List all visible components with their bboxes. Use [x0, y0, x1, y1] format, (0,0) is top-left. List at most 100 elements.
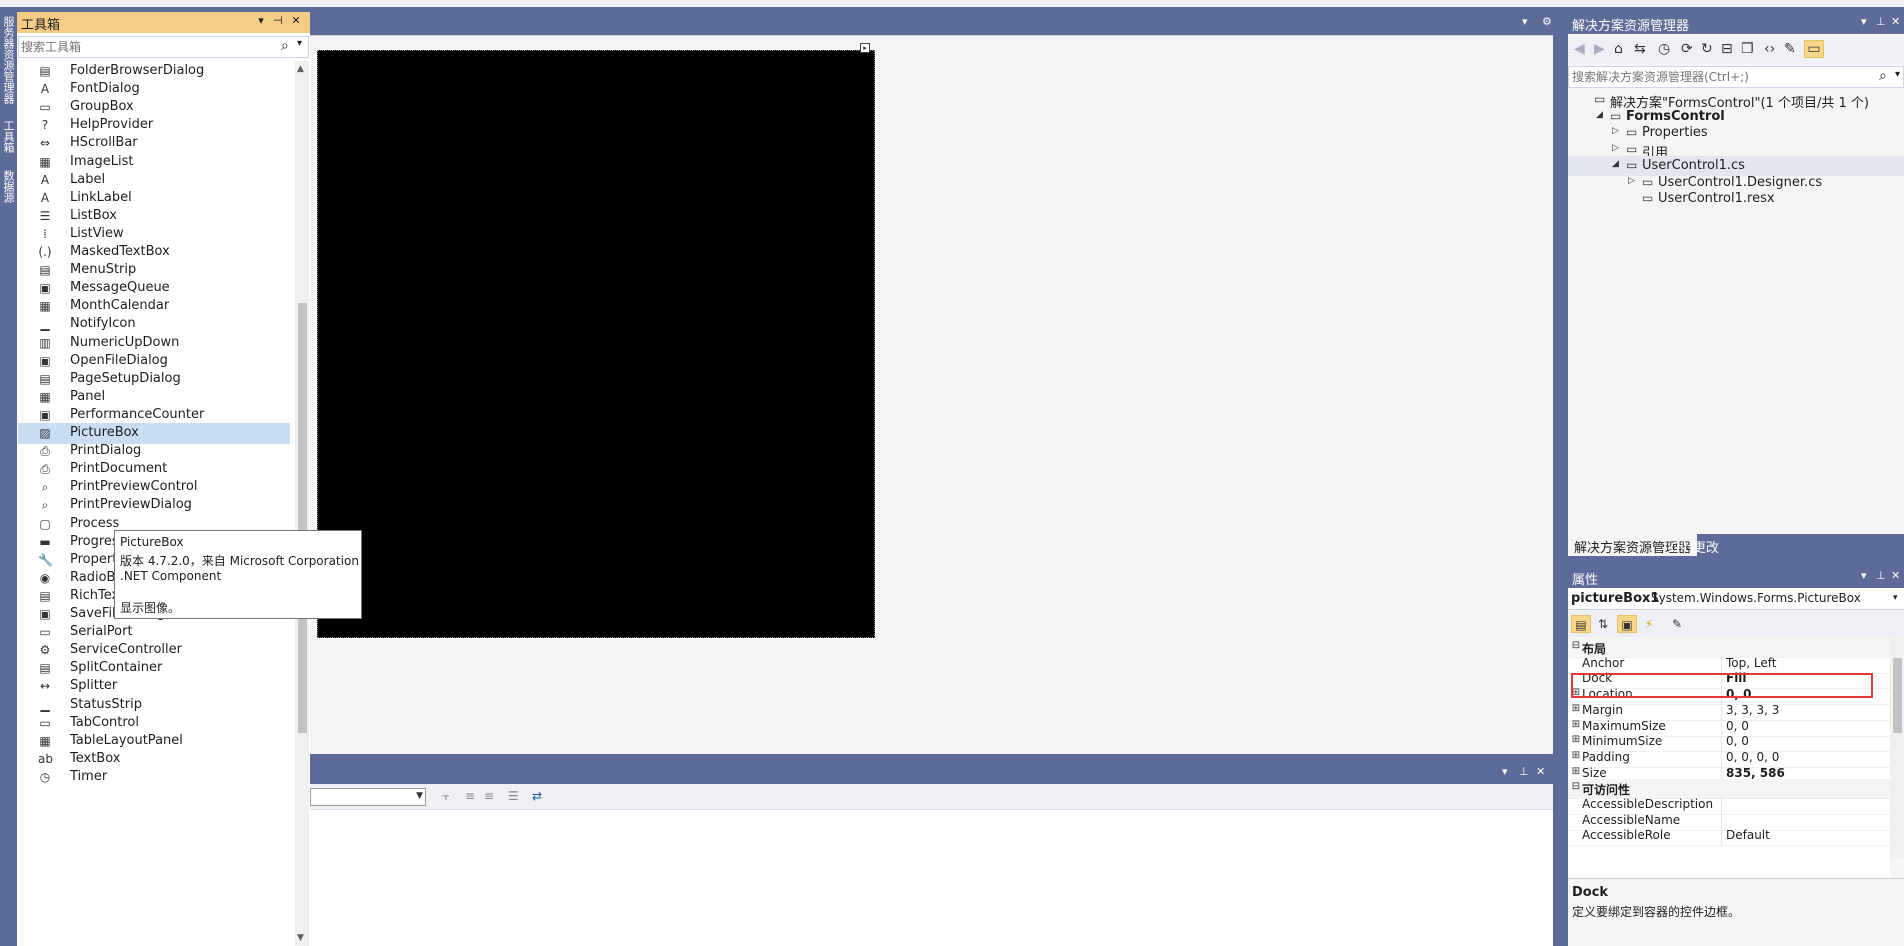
expand-toggle-icon[interactable]: ⊞ — [1571, 703, 1581, 714]
property-value[interactable]: Top, Left — [1726, 656, 1776, 670]
search-options-dropdown-icon[interactable]: ▾ — [1895, 69, 1900, 80]
pin-icon[interactable]: ⊥ — [1876, 569, 1886, 582]
object-selector[interactable]: pictureBox1 System.Windows.Forms.Picture… — [1568, 588, 1904, 610]
properties-view-icon[interactable]: ▣ — [1617, 615, 1637, 633]
properties-wrench-icon[interactable]: ✎ — [1784, 41, 1796, 57]
search-icon[interactable]: ⌕ — [281, 38, 289, 54]
toggle-icon[interactable]: ⇄ — [532, 789, 542, 803]
dropdown-icon[interactable]: ▾ — [1861, 15, 1867, 28]
side-tab-server-explorer[interactable]: 服务器资源管理器 — [1, 16, 15, 104]
chevron-down-icon[interactable]: ▾ — [1893, 593, 1898, 603]
search-options-dropdown-icon[interactable]: ▾ — [297, 38, 302, 49]
align-right-icon[interactable]: ≡ — [484, 789, 494, 803]
scroll-down-arrow-icon[interactable]: ▼ — [297, 933, 304, 943]
expand-toggle-icon[interactable]: ⊞ — [1571, 750, 1581, 761]
search-icon[interactable]: ⌕ — [1879, 68, 1887, 84]
property-row[interactable]: AccessibleRole Default — [1568, 826, 1890, 847]
close-icon[interactable]: ✕ — [1891, 569, 1900, 582]
pending-changes-icon[interactable]: ◷ — [1658, 41, 1670, 57]
toolbox-search[interactable]: ⌕ ▾ — [18, 36, 309, 58]
property-pages-icon[interactable]: ✎ — [1667, 615, 1687, 633]
view-code-icon[interactable]: ‹› — [1764, 41, 1775, 57]
tab-list-dropdown-icon[interactable]: ▾ — [1522, 15, 1528, 28]
expand-toggle-icon[interactable]: ⊟ — [1571, 781, 1581, 792]
close-icon[interactable]: ✕ — [1536, 765, 1545, 778]
pin-icon[interactable]: ⊥ — [1519, 765, 1529, 778]
picturebox-control[interactable] — [317, 50, 875, 638]
dropdown-icon[interactable]: ▾ — [254, 14, 268, 27]
smart-tag-glyph-icon[interactable]: ▸ — [860, 43, 870, 53]
solution-search-input[interactable] — [1572, 69, 1872, 85]
tree-expander-icon[interactable]: ◢ — [1596, 110, 1603, 120]
user-control-icon: ▭ — [1626, 158, 1638, 172]
expand-toggle-icon[interactable]: ⊞ — [1571, 734, 1581, 745]
refresh-icon[interactable]: ↻ — [1701, 41, 1713, 57]
toolbox-item-label: Panel — [70, 388, 106, 404]
toolbox-scrollbar[interactable]: ▲ ▼ — [295, 61, 309, 946]
toolbox-item-label: Splitter — [70, 678, 118, 694]
toolbox-header: 工具箱 ▾ ⊣ ✕ — [17, 12, 310, 33]
bottom-panel-combo[interactable]: ▼ — [310, 788, 426, 806]
toolbox-item-label: TextBox — [70, 750, 121, 766]
solution-tree: ▭ 解决方案"FormsControl"(1 个项目/共 1 个) ◢ ▭ FormsC… — [1568, 90, 1904, 510]
settings-gear-icon[interactable]: ⚙ — [1542, 15, 1552, 28]
property-value[interactable]: 0, 0 — [1726, 719, 1749, 733]
properties-scrollbar[interactable] — [1890, 638, 1904, 858]
side-tab-data-sources[interactable]: 数据源 — [1, 170, 15, 203]
side-dock-tabs: 服务器资源管理器 工具箱 数据源 — [0, 10, 16, 946]
expand-toggle-icon[interactable]: ⊞ — [1571, 766, 1581, 777]
switch-views-icon[interactable]: ⇆ — [1634, 41, 1646, 57]
tree-expander-icon[interactable]: ◢ — [1612, 159, 1619, 169]
align-left-icon[interactable]: ≡ — [465, 789, 475, 803]
table-layout-panel-icon: ▦ — [39, 733, 51, 748]
expand-toggle-icon[interactable]: ⊟ — [1571, 640, 1581, 651]
events-lightning-icon[interactable]: ⚡ — [1639, 615, 1659, 633]
expand-toggle-icon[interactable]: ⊞ — [1571, 719, 1581, 730]
properties-scroll-thumb[interactable] — [1893, 658, 1902, 733]
object-name: pictureBox1 — [1571, 591, 1660, 606]
close-icon[interactable]: ✕ — [289, 14, 303, 27]
tree-expander-icon[interactable]: ▷ — [1628, 176, 1635, 186]
categorized-icon[interactable]: ▤ — [1571, 615, 1591, 633]
property-value[interactable]: 3, 3, 3, 3 — [1726, 703, 1779, 717]
side-tab-toolbox[interactable]: 工具箱 — [1, 120, 15, 153]
list-icon[interactable]: ☰ — [508, 789, 519, 803]
pin-icon[interactable]: ⊣ — [271, 14, 285, 27]
close-icon[interactable]: ✕ — [1891, 15, 1900, 28]
dropdown-icon[interactable]: ▾ — [1861, 569, 1867, 582]
preview-selected-icon[interactable]: ▭ — [1804, 40, 1824, 58]
link-label-icon: A — [40, 190, 50, 205]
tab-git-changes[interactable]: Git 更改 — [1664, 534, 1725, 556]
align-icon[interactable]: ⫟ — [442, 789, 449, 804]
property-value[interactable]: 0, 0 — [1726, 734, 1749, 748]
property-value[interactable]: 0, 0, 0, 0 — [1726, 750, 1779, 764]
toolbox-item[interactable]: ◷ Timer — [18, 767, 290, 788]
print-document-icon: ⎙ — [40, 462, 50, 477]
dropdown-icon[interactable]: ▾ — [1502, 765, 1508, 778]
toolbox-item-label: PrintPreviewDialog — [70, 497, 192, 513]
toolbox-search-input[interactable] — [21, 38, 271, 56]
tree-node[interactable]: ▭ UserControl1.resx — [1568, 189, 1904, 209]
scroll-up-arrow-icon[interactable]: ▲ — [297, 64, 304, 74]
sync-icon[interactable]: ⟳ — [1681, 41, 1693, 57]
collapse-all-icon[interactable]: ⊟ — [1721, 41, 1733, 57]
back-icon[interactable]: ◀ — [1574, 41, 1585, 57]
pin-icon[interactable]: ⊥ — [1876, 15, 1886, 28]
tree-expander-icon[interactable]: ▷ — [1612, 126, 1619, 136]
solution-explorer-toolbar: ◀ ▶ ⌂ ⇆ ◷ ⟳ ↻ ⊟ ❐ ‹› ✎ ▭ — [1568, 36, 1904, 64]
toolbox-title: 工具箱 — [21, 18, 61, 33]
forward-icon[interactable]: ▶ — [1594, 41, 1605, 57]
home-icon[interactable]: ⌂ — [1614, 41, 1623, 57]
property-value[interactable]: 835, 586 — [1726, 766, 1785, 780]
tooltip-description: 显示图像。 — [120, 601, 181, 615]
solution-explorer-search[interactable]: ⌕ ▾ — [1568, 66, 1904, 88]
tree-node-label: FormsControl — [1626, 108, 1725, 124]
toolbox-item-label: TabControl — [70, 714, 139, 730]
tree-expander-icon[interactable]: ▷ — [1612, 143, 1619, 153]
column-divider[interactable] — [1721, 826, 1722, 846]
alphabetical-icon[interactable]: ⇅ — [1593, 615, 1613, 633]
toolbox-scroll-thumb[interactable] — [298, 303, 307, 733]
show-all-files-icon[interactable]: ❐ — [1741, 41, 1754, 57]
property-name: MinimumSize — [1582, 734, 1663, 749]
property-value[interactable]: Default — [1726, 828, 1770, 842]
